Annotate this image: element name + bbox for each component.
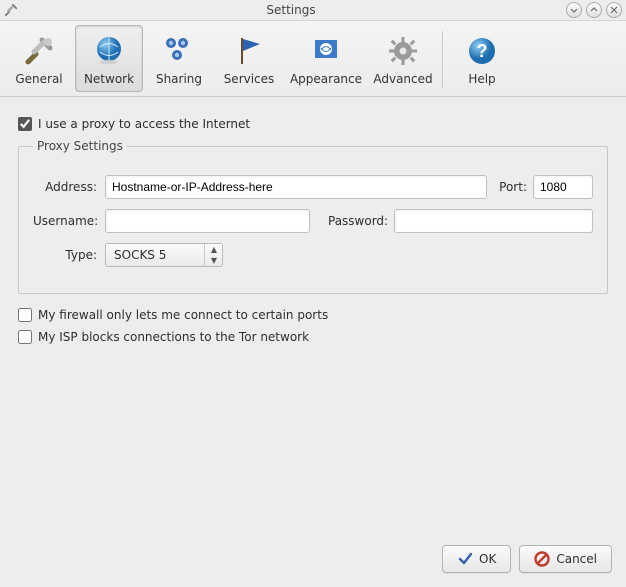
dialog-buttons: OK Cancel: [442, 545, 612, 573]
tab-general[interactable]: General: [5, 25, 73, 92]
sharing-icon: [162, 34, 196, 68]
tab-label: Sharing: [156, 72, 202, 86]
toolbar: General Network Sharing: [0, 21, 626, 97]
isp-checkbox[interactable]: [18, 330, 32, 344]
appearance-icon: [309, 34, 343, 68]
close-button[interactable]: [606, 2, 622, 18]
tab-advanced[interactable]: Advanced: [369, 25, 437, 92]
password-input[interactable]: [394, 209, 593, 233]
spinner-icon: ▲▼: [204, 244, 222, 266]
tab-label: Services: [224, 72, 275, 86]
type-label: Type:: [33, 248, 99, 262]
proxy-settings-group: Proxy Settings Address: Port: Username: …: [18, 139, 608, 294]
cancel-icon: [534, 551, 550, 567]
app-icon: [4, 3, 18, 17]
type-value: SOCKS 5: [106, 248, 204, 262]
address-label: Address:: [33, 180, 99, 194]
gear-icon: [386, 34, 420, 68]
ok-label: OK: [479, 552, 496, 566]
username-label: Username:: [33, 214, 99, 228]
isp-label: My ISP blocks connections to the Tor net…: [38, 330, 309, 344]
check-icon: [457, 551, 473, 567]
port-input[interactable]: [533, 175, 593, 199]
cancel-label: Cancel: [556, 552, 597, 566]
globe-icon: [92, 34, 126, 68]
flag-icon: [232, 34, 266, 68]
titlebar: Settings: [0, 0, 626, 20]
use-proxy-checkbox-row[interactable]: I use a proxy to access the Internet: [18, 117, 608, 131]
network-panel: I use a proxy to access the Internet Pro…: [0, 97, 626, 362]
type-select[interactable]: SOCKS 5 ▲▼: [105, 243, 223, 267]
maximize-button[interactable]: [586, 2, 602, 18]
cancel-button[interactable]: Cancel: [519, 545, 612, 573]
proxy-settings-legend: Proxy Settings: [33, 139, 127, 153]
use-proxy-label: I use a proxy to access the Internet: [38, 117, 250, 131]
use-proxy-checkbox[interactable]: [18, 117, 32, 131]
tab-network[interactable]: Network: [75, 25, 143, 92]
tab-label: General: [15, 72, 62, 86]
password-label: Password:: [328, 214, 388, 228]
firewall-checkbox[interactable]: [18, 308, 32, 322]
firewall-label: My firewall only lets me connect to cert…: [38, 308, 328, 322]
tab-label: Help: [468, 72, 495, 86]
tab-help[interactable]: ? Help: [448, 25, 516, 92]
tab-sharing[interactable]: Sharing: [145, 25, 213, 92]
tab-appearance[interactable]: Appearance: [285, 25, 367, 92]
username-input[interactable]: [105, 209, 310, 233]
isp-checkbox-row[interactable]: My ISP blocks connections to the Tor net…: [18, 330, 608, 344]
firewall-checkbox-row[interactable]: My firewall only lets me connect to cert…: [18, 308, 608, 322]
svg-text:?: ?: [477, 41, 488, 61]
tab-label: Network: [84, 72, 134, 86]
port-label: Port:: [499, 180, 527, 194]
minimize-button[interactable]: [566, 2, 582, 18]
tools-icon: [22, 34, 56, 68]
ok-button[interactable]: OK: [442, 545, 511, 573]
help-icon: ?: [465, 34, 499, 68]
tab-label: Appearance: [290, 72, 362, 86]
address-input[interactable]: [105, 175, 487, 199]
toolbar-separator: [442, 31, 443, 88]
tab-label: Advanced: [373, 72, 432, 86]
tab-services[interactable]: Services: [215, 25, 283, 92]
window-title: Settings: [20, 3, 562, 17]
